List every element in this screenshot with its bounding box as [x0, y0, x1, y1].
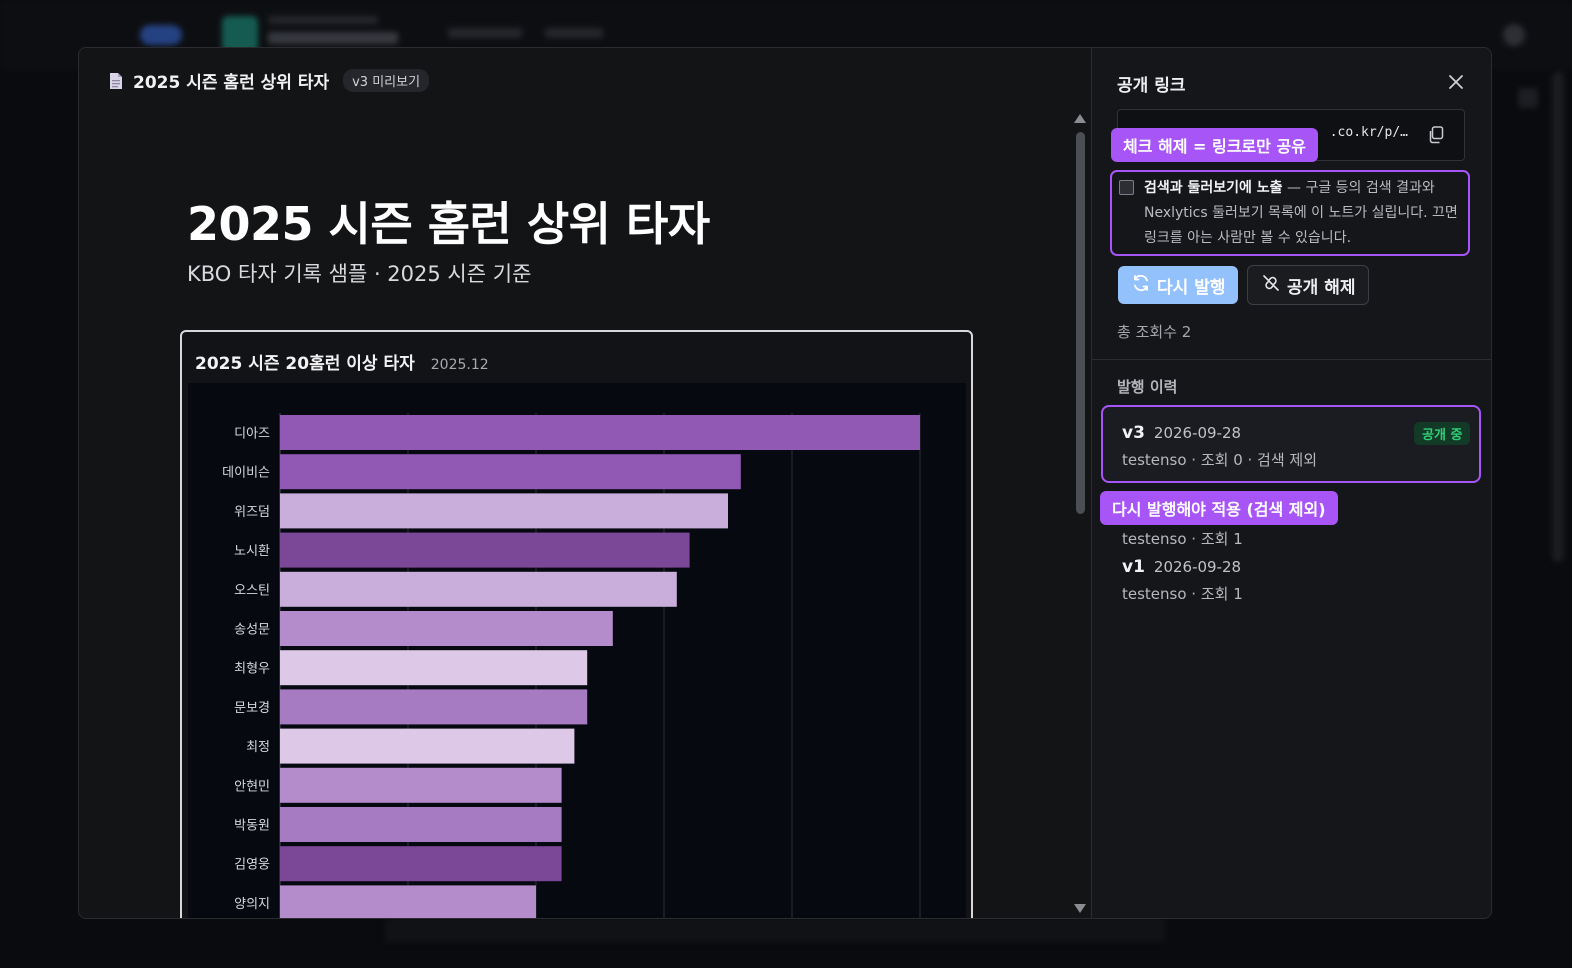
history-title: 발행 이력: [1117, 378, 1178, 396]
reissue-label: 다시 발행: [1157, 277, 1226, 298]
unlink-icon: [1261, 273, 1281, 298]
chart-plot-area: 디아즈데이비슨위즈덤노시환오스틴송성문최형우문보경최정안현민박동원김영웅양의지: [188, 383, 966, 919]
annotation-unlisted: 체크 해제 = 링크로만 공유: [1111, 128, 1318, 162]
background-text: [268, 16, 378, 24]
public-link-url: .co.kr/p/…: [1329, 125, 1408, 140]
annotation-reissue: 다시 발행해야 적용 (검색 제외): [1100, 491, 1338, 525]
bar[interactable]: [280, 571, 677, 607]
category-label: 송성문: [234, 623, 270, 638]
category-label: 문보경: [234, 701, 270, 716]
history-item-v1[interactable]: v1 2026-09-28 testenso · 조회 1: [1122, 557, 1243, 604]
category-label: 데이비슨: [222, 466, 270, 481]
bar[interactable]: [280, 454, 741, 490]
history-item-v3[interactable]: v3 2026-09-28 testenso · 조회 0 · 검색 제외 공개…: [1101, 405, 1481, 483]
history-item-content: v3 2026-09-28 testenso · 조회 0 · 검색 제외: [1122, 423, 1317, 470]
copy-icon[interactable]: [1428, 126, 1444, 144]
refresh-icon: [1131, 273, 1151, 298]
history-date: 2026-09-28: [1153, 558, 1242, 576]
unpublish-label: 공개 해제: [1287, 277, 1356, 298]
history-version: v3: [1122, 423, 1145, 443]
background-scrollbar: [1552, 72, 1564, 562]
bar[interactable]: [280, 650, 588, 686]
bar[interactable]: [280, 807, 562, 842]
bar[interactable]: [280, 885, 536, 919]
publish-modal: 2025 시즌 홈런 상위 타자 v3 미리보기 2025 시즌 홈런 상위 타…: [78, 47, 1492, 919]
status-badge: 공개 중: [1414, 422, 1471, 445]
history-date: 2026-09-28: [1153, 424, 1242, 442]
search-exposure-option[interactable]: 검색과 둘러보기에 노출 — 구글 등의 검색 결과와 Nexlytics 둘러…: [1110, 170, 1470, 256]
bar[interactable]: [280, 728, 575, 764]
history-meta: testenso · 조회 1: [1122, 530, 1243, 548]
document-title: 2025 시즌 홈런 상위 타자: [133, 73, 330, 93]
page-subtitle: KBO 타자 기록 샘플 · 2025 시즌 기준: [187, 262, 532, 286]
background-text: [448, 28, 522, 38]
background-icon: [1518, 88, 1538, 108]
category-label: 최형우: [234, 662, 270, 677]
history-meta: testenso · 조회 0 · 검색 제외: [1122, 451, 1318, 469]
scroll-down-arrow[interactable]: [1074, 904, 1086, 913]
scroll-up-arrow[interactable]: [1074, 114, 1086, 123]
history-meta: testenso · 조회 1: [1122, 585, 1243, 603]
chart-title: 2025 시즌 20홈런 이상 타자: [195, 354, 415, 374]
preview-header: 2025 시즌 홈런 상위 타자 v3 미리보기: [109, 68, 430, 93]
category-label: 디아즈: [234, 427, 270, 442]
category-label: 노시환: [234, 544, 270, 559]
category-label: 박동원: [234, 819, 270, 834]
bar-chart: 디아즈데이비슨위즈덤노시환오스틴송성문최형우문보경최정안현민박동원김영웅양의지: [222, 413, 921, 919]
unpublish-button[interactable]: 공개 해제: [1247, 265, 1370, 305]
panel-title: 공개 링크: [1117, 76, 1186, 96]
category-label: 최정: [246, 740, 270, 755]
background-text: [545, 28, 603, 38]
background-badge: [140, 25, 182, 45]
bar[interactable]: [280, 767, 562, 803]
chart-header: 2025 시즌 20홈런 이상 타자 2025.12: [195, 349, 489, 374]
scrollbar-thumb[interactable]: [1076, 132, 1085, 514]
reissue-button[interactable]: 다시 발행: [1118, 266, 1239, 304]
background-footer: [385, 918, 1165, 942]
document-icon: [109, 72, 123, 90]
preview-pane[interactable]: 2025 시즌 홈런 상위 타자 v3 미리보기 2025 시즌 홈런 상위 타…: [79, 48, 1091, 918]
search-exposure-label: 검색과 둘러보기에 노출: [1144, 180, 1283, 196]
bar[interactable]: [280, 415, 920, 450]
background-avatar: [1503, 24, 1525, 46]
close-icon[interactable]: [1447, 73, 1465, 91]
bar[interactable]: [280, 846, 562, 882]
public-link-panel: 공개 링크 .co.kr/p/… 검색과 둘러보기에 노출 — 구글 등의 검색…: [1092, 48, 1491, 918]
category-label: 안현민: [234, 779, 270, 794]
divider: [1092, 359, 1491, 360]
total-views: 총 조회수 2: [1117, 323, 1192, 341]
background-text: [268, 32, 398, 44]
bar[interactable]: [280, 532, 690, 568]
category-label: 양의지: [234, 897, 270, 912]
category-label: 오스틴: [234, 583, 270, 598]
category-label: 김영웅: [234, 858, 270, 873]
bar[interactable]: [280, 689, 588, 725]
history-version: v1: [1122, 557, 1145, 577]
bar[interactable]: [280, 611, 613, 646]
search-exposure-checkbox[interactable]: [1119, 180, 1134, 195]
chart-card: 2025 시즌 20홈런 이상 타자 2025.12 디아즈데이비슨위즈덤노시환…: [180, 330, 973, 919]
search-exposure-description: 검색과 둘러보기에 노출 — 구글 등의 검색 결과와 Nexlytics 둘러…: [1144, 176, 1466, 251]
bar[interactable]: [280, 493, 728, 529]
category-label: 위즈덤: [234, 505, 270, 520]
version-preview-badge: v3 미리보기: [343, 69, 430, 92]
page-title: 2025 시즌 홈런 상위 타자: [187, 197, 710, 251]
chart-date: 2025.12: [430, 357, 489, 373]
